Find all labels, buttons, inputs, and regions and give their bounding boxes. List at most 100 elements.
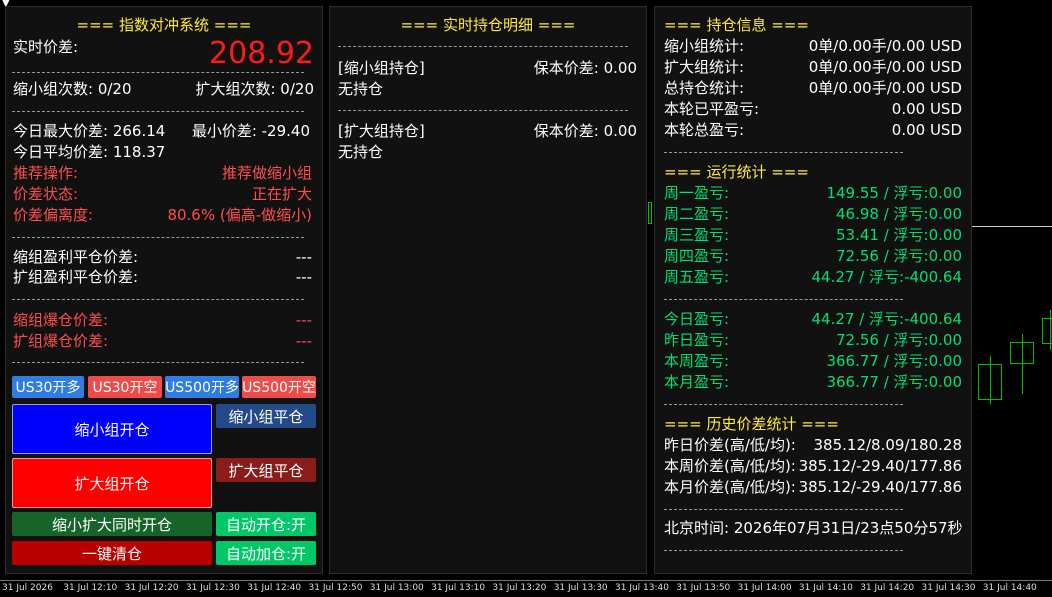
hedge-system-title: === 指数对冲系统 === [76,16,252,34]
chart-candle [1010,342,1034,364]
position-stat-row-label: 本轮总盈亏: [664,121,745,139]
weekday-pnl-row-label: 周三盈亏: [664,226,730,244]
position-info-title: === 持仓信息 === [664,16,809,34]
close-all-button[interactable]: 一键清仓 [12,541,212,565]
auto-open-toggle[interactable]: 自动开仓:开 [216,512,316,536]
weekday-pnl-row-label: 周一盈亏: [664,184,730,202]
spread-state-label: 价差状态: [13,185,79,203]
time-axis-label: 31 Jul 14:10 [798,583,853,593]
recommend-value: 推荐做缩小组 [221,164,312,182]
today-avg-spread: 今日平均价差: 118.37 [13,143,166,161]
divider [12,111,304,112]
time-axis-label: 31 Jul 2026 [2,583,53,593]
price-line [972,226,1052,227]
recommend-label: 推荐操作: [13,164,79,182]
period-pnl-row-value: 44.27 / 浮亏:-400.64 [811,310,962,328]
position-stat-row-label: 缩小组统计: [664,37,745,55]
shrink-group-close-button[interactable]: 缩小组平仓 [216,404,316,428]
position-stat-row-value: 0.00 USD [891,121,962,139]
spread-label: 实时价差: [13,38,79,56]
beijing-time: 北京时间: 2026年07月31日/23点50分57秒 [664,519,963,537]
expand-count: 扩大组次数: 0/20 [195,80,314,98]
period-pnl-row-label: 昨日盈亏: [664,331,730,349]
position-stat-row: 本轮总盈亏: 0.00 USD [664,120,962,140]
period-pnl-row: 本月盈亏: 366.77 / 浮亏:0.00 [664,372,962,392]
position-stat-row: 缩小组统计: 0单/0.00手/0.00 USD [664,36,962,56]
period-pnl-row-value: 72.56 / 浮亏:0.00 [836,331,962,349]
weekday-pnl-row: 周三盈亏: 53.41 / 浮亏:0.00 [664,225,962,245]
chart-candle [1042,318,1052,344]
shrink-tp-label: 缩组盈利平仓价差: [13,248,139,266]
us500-long-button[interactable]: US500开多 [165,376,239,398]
time-axis-label: 31 Jul 12:40 [247,583,302,593]
time-axis-label: 31 Jul 13:20 [492,583,547,593]
hedge-system-panel: === 指数对冲系统 === 实时价差: 208.92 缩小组次数: 0/20 … [5,6,323,574]
time-axis-label: 31 Jul 14:20 [860,583,915,593]
shrink-positions-header: [缩小组持仓] [338,59,425,77]
expand-tp-value: --- [295,268,312,286]
period-pnl-row-label: 本月盈亏: [664,373,730,391]
time-axis-label: 31 Jul 13:30 [553,583,608,593]
divider [664,550,903,551]
position-stat-row-value: 0.00 USD [891,100,962,118]
history-spread-row-label: 昨日价差(高/低/均): [664,436,796,454]
deviation-label: 价差偏离度: [13,206,94,224]
expand-breakeven: 保本价差: 0.00 [533,122,637,140]
us30-short-button[interactable]: US30开空 [88,376,162,398]
shrink-no-positions: 无持仓 [338,80,384,98]
expand-positions-header: [扩大组持仓] [338,122,425,140]
history-spread-row: 本周价差(高/低/均): 385.12/-29.40/177.86 [664,456,962,476]
period-pnl-row-label: 本周盈亏: [664,352,730,370]
expand-liq-label: 扩组爆仓价差: [13,332,109,350]
us30-long-button[interactable]: US30开多 [12,376,84,398]
expand-no-positions: 无持仓 [338,143,384,161]
today-min-spread: 最小价差: -29.40 [191,122,310,140]
period-pnl-row: 昨日盈亏: 72.56 / 浮亏:0.00 [664,330,962,350]
history-spread-row-value: 385.12/8.09/180.28 [813,436,962,454]
period-pnl-row: 本周盈亏: 366.77 / 浮亏:0.00 [664,351,962,371]
positions-detail-title: === 实时持仓明细 === [400,16,576,34]
period-pnl-row-label: 今日盈亏: [664,310,730,328]
run-stats-title: === 运行统计 === [664,163,809,181]
position-stat-row-value: 0单/0.00手/0.00 USD [808,37,962,55]
divider [664,299,903,300]
history-spread-row-label: 本周价差(高/低/均): [664,457,796,475]
us500-short-button[interactable]: US500开空 [242,376,316,398]
history-spread-row-value: 385.12/-29.40/177.86 [798,457,962,475]
time-axis-label: 31 Jul 12:10 [63,583,118,593]
today-max-spread: 今日最大价差: 266.14 [13,122,166,140]
weekday-pnl-row-value: 53.41 / 浮亏:0.00 [836,226,962,244]
time-axis: 31 Jul 2026 31 Jul 12:10 31 Jul 12:20 31 Ju… [0,580,1052,597]
auto-add-toggle[interactable]: 自动加仓:开 [216,541,316,565]
shrink-tp-value: --- [295,248,312,266]
time-axis-label: 31 Jul 13:40 [615,583,669,593]
both-open-button[interactable]: 缩小扩大同时开仓 [12,512,212,536]
position-stat-row: 扩大组统计: 0单/0.00手/0.00 USD [664,57,962,77]
shrink-breakeven: 保本价差: 0.00 [533,59,637,77]
history-spread-row-label: 本月价差(高/低/均): [664,478,796,496]
expand-tp-label: 扩组盈利平仓价差: [13,268,139,286]
weekday-pnl-row-label: 周四盈亏: [664,247,730,265]
expand-group-open-button[interactable]: 扩大组开仓 [12,458,212,508]
expand-group-close-button[interactable]: 扩大组平仓 [216,458,316,482]
time-axis-label: 31 Jul 13:10 [431,583,486,593]
position-stat-row: 本轮已平盈亏: 0.00 USD [664,99,962,119]
weekday-pnl-row-label: 周五盈亏: [664,268,730,286]
time-axis-label: 31 Jul 12:50 [308,583,363,593]
expand-liq-value: --- [295,332,312,350]
position-stat-row-label: 扩大组统计: [664,58,745,76]
divider [338,110,628,111]
weekday-pnl-row: 周一盈亏: 149.55 / 浮亏:0.00 [664,183,962,203]
weekday-pnl-row-label: 周二盈亏: [664,205,730,223]
position-stat-row-value: 0单/0.00手/0.00 USD [808,58,962,76]
history-spread-row: 昨日价差(高/低/均): 385.12/8.09/180.28 [664,435,962,455]
shrink-liq-value: --- [295,311,312,329]
time-axis-label: 31 Jul 14:40 [982,583,1037,593]
divider [12,362,304,363]
shrink-group-open-button[interactable]: 缩小组开仓 [12,404,212,454]
positions-detail-panel: === 实时持仓明细 === [缩小组持仓] 保本价差: 0.00 无持仓 [扩… [329,6,647,574]
chart-candle-marker [648,202,652,224]
time-axis-label: 31 Jul 12:20 [124,583,179,593]
weekday-pnl-row-value: 149.55 / 浮亏:0.00 [826,184,962,202]
period-pnl-row-value: 366.77 / 浮亏:0.00 [826,352,962,370]
